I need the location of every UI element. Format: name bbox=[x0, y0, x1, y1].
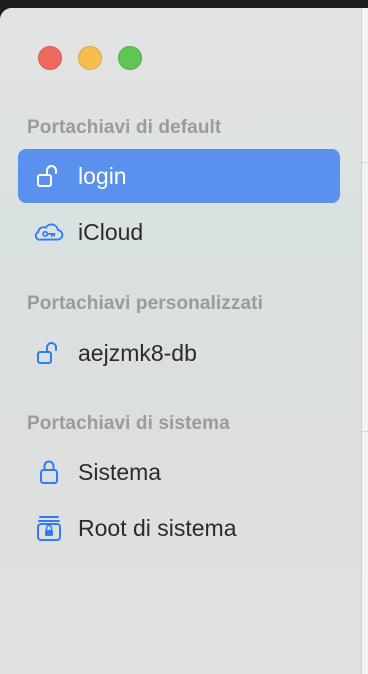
unlocked-padlock-icon bbox=[34, 338, 64, 368]
sidebar-item-label: iCloud bbox=[78, 218, 144, 245]
close-window-button[interactable] bbox=[38, 46, 62, 70]
unlocked-padlock-icon bbox=[34, 161, 64, 191]
main-content-edge bbox=[362, 8, 368, 674]
content-separator bbox=[362, 162, 368, 163]
sidebar: Portachiavi di default login iCloud Port… bbox=[0, 8, 361, 674]
sidebar-item-label: aejzmk8-db bbox=[78, 339, 197, 366]
content-separator bbox=[362, 431, 368, 432]
keychain-window: Portachiavi di default login iCloud Port… bbox=[0, 8, 368, 674]
locked-padlock-icon bbox=[34, 457, 64, 487]
icloud-key-icon bbox=[34, 217, 64, 247]
section-header-system: Portachiavi di sistema bbox=[27, 413, 230, 434]
sidebar-item-label: Root di sistema bbox=[78, 514, 237, 541]
sidebar-item-aejzmk8-db[interactable]: aejzmk8-db bbox=[18, 326, 340, 380]
section-header-default: Portachiavi di default bbox=[27, 117, 222, 138]
sidebar-item-label: Sistema bbox=[78, 458, 162, 485]
sidebar-item-login[interactable]: login bbox=[18, 149, 340, 203]
section-header-custom: Portachiavi personalizzati bbox=[27, 293, 263, 314]
sidebar-item-sistema[interactable]: Sistema bbox=[18, 445, 340, 499]
sidebar-item-icloud[interactable]: iCloud bbox=[18, 205, 340, 259]
zoom-window-button[interactable] bbox=[118, 46, 142, 70]
sidebar-item-label: login bbox=[78, 162, 127, 189]
minimize-window-button[interactable] bbox=[78, 46, 102, 70]
locked-padlock-archive-icon bbox=[34, 513, 64, 543]
sidebar-item-root-di-sistema[interactable]: Root di sistema bbox=[18, 501, 340, 555]
